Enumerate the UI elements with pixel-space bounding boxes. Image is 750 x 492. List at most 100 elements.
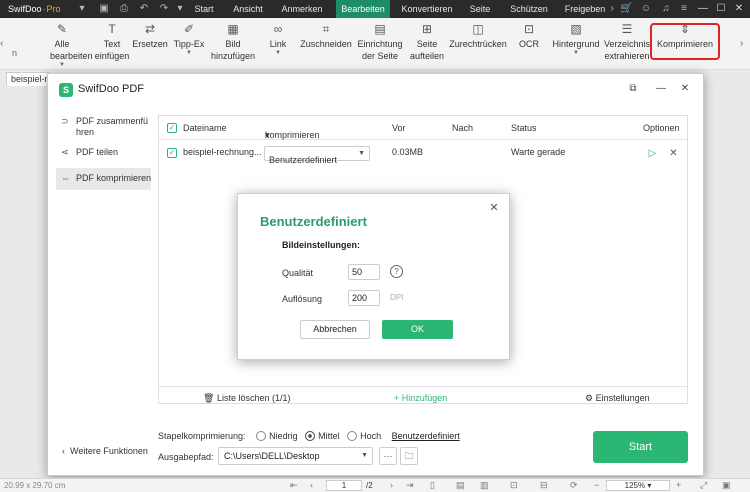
page-input[interactable]: 1 xyxy=(326,480,362,491)
radio-label: Niedrig xyxy=(269,431,298,441)
two-page-view-icon[interactable]: ▥ xyxy=(480,480,489,491)
clear-list-button[interactable]: 🗑 Liste löschen (1/1) xyxy=(203,393,291,404)
close-icon[interactable]: ✕ xyxy=(678,82,692,96)
ribbon-ersetzen[interactable]: ⇄ Ersetzen xyxy=(132,22,168,50)
swifdoo-logo-icon: S xyxy=(59,83,73,97)
resolution-input[interactable]: 200 xyxy=(348,290,380,306)
batch-compression-row: Stapelkomprimierung: Niedrig Mittel Hoch… xyxy=(158,431,460,441)
ribbon-scroll-right-icon[interactable]: › xyxy=(740,38,743,49)
ribbon-zurechtruecken[interactable]: ◫ Zurechtrücken xyxy=(448,22,508,50)
last-page-icon[interactable]: ⇥ xyxy=(406,480,414,491)
ok-button[interactable]: OK xyxy=(382,320,453,339)
output-path-select[interactable]: C:\Users\DELL\Desktop ▼ xyxy=(218,447,373,465)
zoom-out-icon[interactable]: − xyxy=(594,480,599,491)
radio-hoch[interactable]: Hoch xyxy=(347,431,381,441)
settings-button[interactable]: ⚙ Einstellungen xyxy=(585,393,650,404)
cart-icon[interactable]: 🛒 xyxy=(620,3,632,15)
fullscreen-icon[interactable]: ⤢ xyxy=(700,480,707,491)
maximize-icon[interactable]: ☐ xyxy=(714,2,728,16)
more-functions-link[interactable]: ‹ Weitere Funktionen xyxy=(62,446,148,456)
nav-item-merge[interactable]: ⊃ PDF zusammenfü hren xyxy=(56,116,151,138)
ribbon-link[interactable]: ∞ Link ▼ xyxy=(264,22,292,56)
first-page-icon[interactable]: ⇤ xyxy=(290,480,298,491)
radio-icon xyxy=(347,431,358,441)
close-icon[interactable]: ✕ xyxy=(732,2,746,16)
row-checkbox[interactable]: ✓ xyxy=(167,148,177,158)
document-tab[interactable]: beispiel-r xyxy=(6,72,50,86)
left-nav: ⊃ PDF zusammenfü hren ⋖ PDF teilen ⇔ PDF… xyxy=(48,106,158,476)
menu-tab-ansicht[interactable]: Ansicht xyxy=(226,0,270,18)
menu-tab-bearbeiten[interactable]: Bearbeiten xyxy=(336,0,390,18)
radio-mittel[interactable]: Mittel xyxy=(305,431,340,441)
more-tabs-icon[interactable]: › xyxy=(606,3,618,15)
minimize-icon[interactable]: — xyxy=(654,82,668,96)
ribbon-bild-hinzufuegen[interactable]: ▦ Bild hinzufügen xyxy=(210,22,256,62)
ribbon-label: Seite xyxy=(416,39,438,49)
menu-tab-seite[interactable]: Seite xyxy=(464,0,496,18)
rotate-icon[interactable]: ⟳ xyxy=(570,480,578,491)
toc-icon: ☰ xyxy=(621,22,633,36)
compress-level-select[interactable]: Benutzerdefiniert ▼ xyxy=(264,146,370,165)
select-all-checkbox[interactable]: ✓ xyxy=(167,123,177,133)
fit-width-icon[interactable]: ⊟ xyxy=(540,480,548,491)
ribbon-label: Text xyxy=(103,39,121,49)
custom-dialog-title: Benutzerdefiniert xyxy=(260,214,367,229)
ribbon-tipp-ex[interactable]: ✐ Tipp-Ex ▼ xyxy=(172,22,206,56)
menu-tab-konvertieren[interactable]: Konvertieren xyxy=(398,0,456,18)
ribbon-alle-bearbeiten[interactable]: ✎ Alle bearbeiten ▼ xyxy=(50,22,93,68)
ribbon-zuschneiden[interactable]: ⌗ Zuschneiden xyxy=(300,22,352,50)
menu-icon[interactable]: ≡ xyxy=(678,3,690,15)
menu-tab-schuetzen[interactable]: Schützen xyxy=(504,0,554,18)
menu-tab-freigeben[interactable]: Freigeben xyxy=(562,0,608,18)
undo-icon[interactable]: ↶ xyxy=(138,3,150,15)
zoom-in-icon[interactable]: + xyxy=(676,480,681,491)
browse-button[interactable]: ··· xyxy=(379,447,397,465)
help-icon[interactable]: ? xyxy=(390,265,403,278)
window-icon[interactable]: ⧉ xyxy=(626,82,640,96)
nav-item-compress[interactable]: ⇔ PDF komprimieren xyxy=(56,168,151,190)
radio-niedrig[interactable]: Niedrig xyxy=(256,431,298,441)
remove-icon[interactable]: ✕ xyxy=(668,148,679,159)
page-total: /2 xyxy=(366,481,373,490)
cancel-button[interactable]: Abbrechen xyxy=(300,320,370,339)
folder-icon[interactable]: 🗀 xyxy=(400,447,418,465)
account-icon[interactable]: ☺ xyxy=(640,3,652,15)
close-icon[interactable]: ✕ xyxy=(488,202,500,214)
page-current: 1 xyxy=(341,481,347,490)
save-icon[interactable]: ▣ xyxy=(98,3,110,15)
ribbon-hintergrund[interactable]: ▧ Hintergrund ▼ xyxy=(550,22,602,56)
reading-mode-icon[interactable]: ▣ xyxy=(722,480,731,491)
ribbon-label-2: aufteilen xyxy=(409,51,445,61)
ribbon-text-einfuegen[interactable]: T Text einfügen xyxy=(92,22,132,62)
status-bar: 20.99 x 29.70 cm ⇤ ‹ 1 /2 › ⇥ ▯ ▤ ▥ ⊡ ⊟ … xyxy=(0,478,750,492)
nav-item-split[interactable]: ⋖ PDF teilen xyxy=(56,147,151,158)
start-button[interactable]: Start xyxy=(593,431,688,463)
single-page-view-icon[interactable]: ▯ xyxy=(430,480,435,491)
dropdown-icon[interactable]: ▾ xyxy=(76,3,88,15)
prev-page-icon[interactable]: ‹ xyxy=(310,480,313,491)
custom-settings-link[interactable]: Benutzerdefiniert xyxy=(392,431,460,441)
menu-tab-start[interactable]: Start xyxy=(188,0,220,18)
quality-input[interactable]: 50 xyxy=(348,264,380,280)
ribbon-seite-aufteilen[interactable]: ⊞ Seite aufteilen xyxy=(408,22,446,62)
quick-dropdown-icon[interactable]: ▾ xyxy=(174,3,186,15)
ribbon-verzeichnis-extrahieren[interactable]: ☰ Verzeichnis extrahieren xyxy=(604,22,650,62)
minimize-icon[interactable]: — xyxy=(696,2,710,16)
print-icon[interactable]: ⎙ xyxy=(118,3,130,15)
col-before: Vor xyxy=(392,123,406,133)
title-menu-bar: SwifDoo·Pro ▾ ▣ ⎙ ↶ ↷ ▾ Start Ansicht An… xyxy=(0,0,750,18)
next-page-icon[interactable]: › xyxy=(390,480,393,491)
add-file-button[interactable]: + Hinzufügen xyxy=(394,393,447,403)
play-icon[interactable]: ▷ xyxy=(647,148,658,159)
fit-page-icon[interactable]: ⊡ xyxy=(510,480,518,491)
notification-bell-icon[interactable]: ♫ xyxy=(660,3,672,15)
ribbon-scroll-left-icon[interactable]: ‹ xyxy=(0,38,3,49)
zoom-select[interactable]: 125% ▾ xyxy=(606,480,670,491)
ribbon-label-2: extrahieren xyxy=(604,51,650,61)
ribbon-ocr[interactable]: ⊡ OCR xyxy=(514,22,544,50)
redo-icon[interactable]: ↷ xyxy=(158,3,170,15)
menu-tab-anmerken[interactable]: Anmerken xyxy=(276,0,328,18)
ribbon-einrichtung-der-seite[interactable]: ▤ Einrichtung der Seite xyxy=(356,22,404,62)
row-before-size: 0.03MB xyxy=(392,147,424,157)
continuous-view-icon[interactable]: ▤ xyxy=(456,480,465,491)
